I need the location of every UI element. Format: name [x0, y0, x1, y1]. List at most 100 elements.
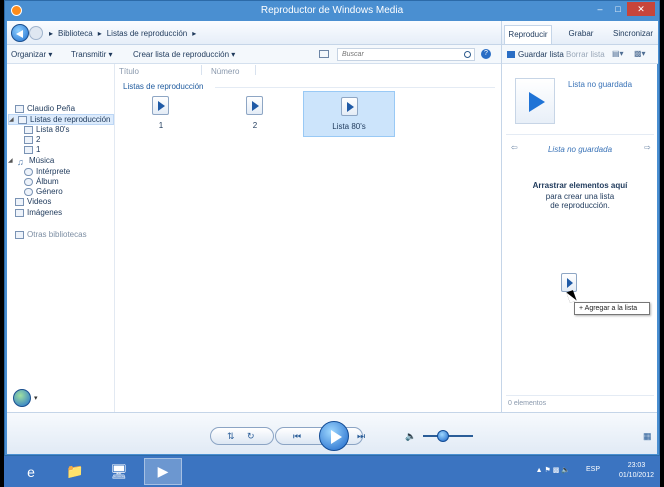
- item-count: 0 elementos: [508, 400, 547, 407]
- search-icon[interactable]: [464, 51, 471, 58]
- tab-play[interactable]: Reproducir: [504, 25, 552, 44]
- navigation-bar: ▸ Biblioteca ▸ Listas de reproducción ▸: [7, 21, 501, 45]
- sidebar-item-album[interactable]: Álbum: [24, 177, 59, 186]
- playlist-tile-label: 1: [158, 121, 164, 130]
- playlist-tile-selected[interactable]: Lista 80's: [303, 91, 395, 137]
- sidebar-item-genre[interactable]: Género: [24, 187, 63, 196]
- sidebar-item-label: Videos: [27, 197, 52, 206]
- sidebar-item-playlist[interactable]: 1: [24, 145, 40, 154]
- divider: [506, 395, 654, 396]
- list-pane: Reproducir Grabar Sincronizar Guardar li…: [501, 21, 658, 412]
- music-note-icon: ♫: [17, 156, 24, 167]
- column-header-title[interactable]: Título: [119, 67, 139, 76]
- playlist-tile[interactable]: 1: [115, 91, 207, 137]
- sidebar-item-label: Lista 80's: [36, 125, 70, 134]
- online-store-icon[interactable]: [13, 389, 31, 407]
- app-window: Reproductor de Windows Media – □ ✕ ▸ Bib…: [4, 0, 660, 456]
- switch-to-now-playing-icon[interactable]: ▦: [643, 431, 652, 442]
- close-button[interactable]: ✕: [627, 2, 655, 16]
- collapse-arrow-icon[interactable]: ◢: [8, 157, 14, 164]
- sidebar-item-label: 1: [36, 145, 41, 154]
- language-indicator[interactable]: ESP: [586, 466, 600, 473]
- playlist-play-icon: [152, 96, 169, 115]
- create-playlist-menu[interactable]: Crear lista de reproducción ▾: [133, 50, 235, 59]
- organize-menu[interactable]: Organizar ▾: [11, 50, 52, 59]
- playback-controls: ⇅ ↻ ■ ⏮ ⏭ 🔈 ▦: [7, 412, 657, 454]
- sidebar-item-videos[interactable]: Videos: [15, 197, 51, 206]
- view-options-icon[interactable]: [319, 50, 329, 58]
- media-player-taskbar-icon[interactable]: ▶: [144, 458, 182, 485]
- sidebar-item-playlists[interactable]: ◢ Listas de reproducción: [8, 114, 114, 125]
- sidebar-item-other-libraries[interactable]: Otras bibliotecas: [15, 230, 87, 239]
- sidebar-item-music[interactable]: ◢ ♫ Música: [8, 156, 55, 167]
- system-clock[interactable]: 23:03 01/10/2012: [619, 461, 654, 481]
- sidebar-item-label: Imágenes: [27, 208, 63, 217]
- playlist-icon: [24, 145, 33, 154]
- file-explorer-icon[interactable]: 📁: [56, 458, 94, 485]
- sidebar-item-label: Álbum: [36, 177, 59, 186]
- sidebar-item-user[interactable]: Claudio Peña: [15, 104, 75, 113]
- play-button[interactable]: [319, 421, 349, 451]
- breadcrumb-playlists[interactable]: Listas de reproducción: [107, 29, 188, 38]
- search-box[interactable]: [337, 48, 475, 61]
- playlist-icon: [24, 125, 33, 134]
- sidebar-item-playlist[interactable]: 2: [24, 135, 40, 144]
- breadcrumb: ▸ Biblioteca ▸ Listas de reproducción ▸: [49, 29, 196, 38]
- tab-burn[interactable]: Grabar: [558, 25, 604, 44]
- next-icon[interactable]: ⏭: [357, 431, 365, 442]
- save-list-button[interactable]: Guardar lista: [518, 50, 564, 59]
- column-separator: [201, 65, 202, 75]
- column-separator: [255, 65, 256, 75]
- previous-icon[interactable]: ⏮: [293, 431, 301, 442]
- playlist-play-icon: [246, 96, 263, 115]
- breadcrumb-library[interactable]: Biblioteca: [58, 29, 93, 38]
- sidebar-item-label: Género: [36, 187, 63, 196]
- sidebar-item-label: 2: [36, 135, 41, 144]
- back-button[interactable]: [11, 24, 29, 42]
- toolbar: Organizar ▾ Transmitir ▾ Crear lista de …: [7, 45, 501, 64]
- volume-slider-knob[interactable]: [437, 430, 449, 442]
- sidebar-item-label: Música: [29, 156, 55, 165]
- add-to-list-tooltip: + Agregar a la lista: [574, 302, 650, 315]
- playlist-tile-label: Lista 80's: [332, 122, 366, 131]
- next-list-icon[interactable]: ⇨: [644, 143, 651, 152]
- sidebar-item-artist[interactable]: Intérprete: [24, 167, 70, 176]
- playlist-tile[interactable]: 2: [209, 91, 301, 137]
- help-icon[interactable]: ?: [481, 49, 491, 59]
- sidebar-item-label: Otras bibliotecas: [27, 230, 87, 239]
- user-library-icon: [15, 104, 24, 113]
- title-bar[interactable]: Reproductor de Windows Media – □ ✕: [5, 1, 659, 21]
- column-header-number[interactable]: Número: [211, 67, 239, 76]
- collapse-arrow-icon[interactable]: ◢: [9, 116, 15, 123]
- other-libraries-icon: [15, 230, 24, 239]
- maximize-button[interactable]: □: [609, 2, 627, 16]
- online-store-dropdown-icon[interactable]: ▾: [34, 394, 38, 402]
- minimize-button[interactable]: –: [591, 2, 609, 16]
- window-title: Reproductor de Windows Media: [260, 5, 404, 16]
- tab-sync[interactable]: Sincronizar: [608, 25, 658, 44]
- save-icon: [507, 51, 515, 58]
- sidebar-item-images[interactable]: Imágenes: [15, 208, 62, 217]
- internet-explorer-icon[interactable]: e: [12, 458, 50, 485]
- taskbar: e 📁 🖥 ▶ ▲ ⚑ ▩ 🔈 ESP 23:03 01/10/2012: [4, 456, 660, 487]
- list-options-icon[interactable]: ▤▾: [612, 49, 624, 58]
- genre-icon: [24, 187, 33, 196]
- playlist-content: Título Número Listas de reproducción 1 2…: [115, 64, 501, 412]
- clear-list-button[interactable]: Borrar lista: [566, 50, 605, 59]
- search-input[interactable]: [342, 49, 452, 60]
- video-icon: [15, 197, 24, 206]
- forward-button[interactable]: [29, 26, 43, 40]
- shuffle-icon[interactable]: ⇅: [227, 431, 235, 442]
- sidebar-item-playlist[interactable]: Lista 80's: [24, 125, 70, 134]
- playlist-tile-label: 2: [252, 121, 258, 130]
- create-playlist-label: Crear lista de reproducción: [133, 50, 230, 59]
- playlist-art-icon: [515, 78, 555, 124]
- network-icon[interactable]: 🖥: [100, 458, 138, 485]
- stream-menu[interactable]: Transmitir ▾: [71, 50, 113, 59]
- repeat-icon[interactable]: ↻: [247, 431, 255, 442]
- list-view-icon[interactable]: ▩▾: [634, 49, 646, 58]
- tray-icons[interactable]: ▲ ⚑ ▩ 🔈: [536, 466, 570, 474]
- dragged-playlist-icon: [561, 273, 577, 292]
- shuffle-repeat-group: [210, 427, 274, 445]
- mute-icon[interactable]: 🔈: [405, 431, 416, 442]
